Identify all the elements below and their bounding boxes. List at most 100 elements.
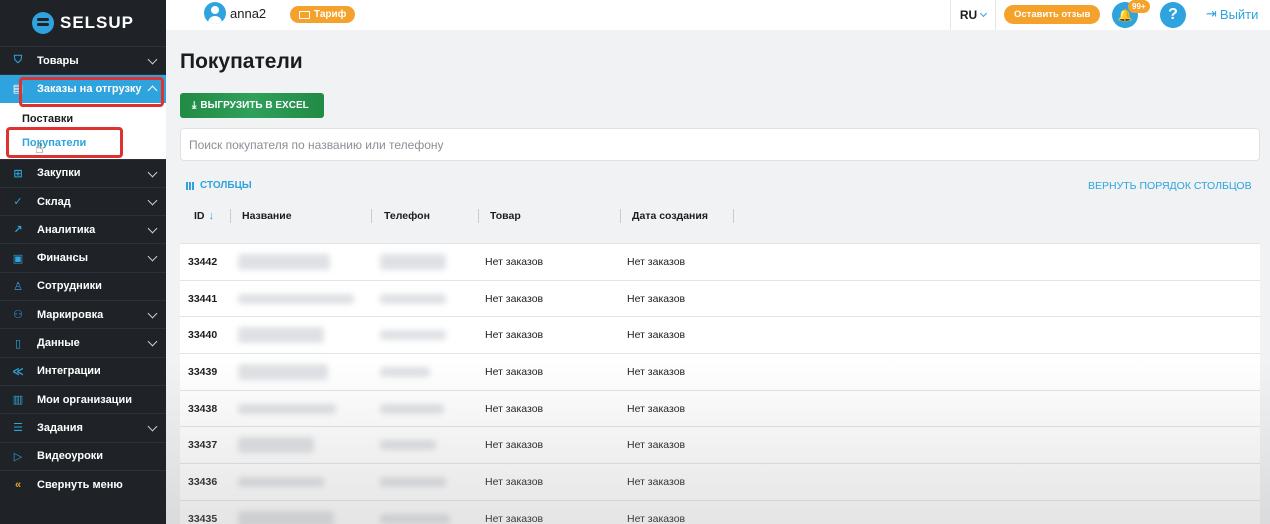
help-button[interactable]: ? (1160, 2, 1186, 28)
chevron-down-icon (147, 167, 158, 178)
sidebar-item-finance[interactable]: ▣ Финансы (0, 243, 166, 271)
cell-date: Нет заказов (627, 256, 686, 268)
reset-columns-button[interactable]: ВЕРНУТЬ ПОРЯДОК СТОЛБЦОВ (1088, 180, 1252, 192)
column-divider[interactable] (733, 209, 734, 223)
language-select[interactable]: RU (950, 0, 996, 30)
column-divider[interactable] (620, 209, 621, 223)
column-header-label: Телефон (384, 210, 430, 222)
tariff-button[interactable]: Тариф (290, 6, 356, 23)
cell-goods: Нет заказов (485, 402, 544, 415)
blurred-phone (380, 367, 430, 378)
table-row[interactable]: 33437 Нет заказов Нет заказов (180, 427, 1260, 465)
sidebar-item-employees[interactable]: ♙ Сотрудники (0, 271, 166, 300)
sidebar-item-label: Маркировка (37, 308, 104, 321)
cell-date: Нет заказов (627, 439, 686, 452)
chevron-down-icon (147, 421, 158, 432)
cell-id: 33440 (188, 329, 218, 342)
sidebar-item-label: Видеоуроки (37, 450, 104, 463)
bag-icon: ⛉ (13, 54, 23, 67)
column-header-id[interactable]: ID ↓ (194, 210, 214, 222)
sidebar-item-label: Мои организации (37, 393, 132, 406)
table-row[interactable]: 33439 Нет заказов Нет заказов (180, 354, 1260, 391)
cell-date: Нет заказов (627, 512, 686, 524)
column-divider[interactable] (478, 209, 479, 223)
sidebar-subitem-supplies[interactable]: Поставки (0, 107, 166, 131)
sidebar-item-integrations[interactable]: ≪ Интеграции (0, 356, 166, 385)
basket-icon: ⊞ (13, 167, 23, 180)
column-header-name[interactable]: Название (242, 210, 292, 222)
cell-date: Нет заказов (627, 292, 686, 305)
column-header-phone[interactable]: Телефон (384, 210, 430, 222)
avatar (204, 2, 226, 24)
user-menu[interactable]: anna2 (204, 2, 266, 24)
table-row[interactable]: 33435 Нет заказов Нет заказов (180, 501, 1260, 524)
sidebar-collapse-button[interactable]: « Свернуть меню (0, 469, 166, 498)
sidebar-subitem-label: Поставки (22, 112, 74, 125)
cell-goods: Нет заказов (485, 476, 544, 489)
sidebar-item-tasks[interactable]: ☰ Задания (0, 413, 166, 441)
column-header-goods[interactable]: Товар (490, 210, 521, 222)
selsup-logo[interactable]: SELSUP (0, 0, 166, 46)
double-chevron-left-icon: « (14, 478, 22, 491)
review-button[interactable]: Оставить отзыв (1004, 5, 1101, 24)
sidebar-subitem-label: Покупатели (22, 136, 87, 149)
topbar: anna2 Тариф RU Оставить отзыв 🔔 99+ ? ⇥ … (166, 0, 1270, 30)
chevron-down-icon (147, 308, 158, 319)
sidebar-item-marking[interactable]: ⚇ Маркировка (0, 300, 166, 328)
chevron-down-icon (147, 252, 158, 262)
columns-button[interactable]: СТОЛБЦЫ (186, 180, 252, 191)
chevron-down-icon (147, 223, 158, 234)
question-icon: ? (1168, 6, 1178, 23)
blurred-name (238, 254, 330, 270)
person-icon: ♙ (13, 280, 23, 293)
sidebar-item-label: Аналитика (37, 223, 96, 236)
column-divider[interactable] (371, 209, 372, 223)
cell-goods: Нет заказов (485, 329, 544, 342)
chevron-down-icon (147, 54, 158, 65)
sidebar-item-label: Данные (37, 337, 80, 350)
cell-goods: Нет заказов (485, 439, 544, 452)
sidebar-item-warehouse[interactable]: ✓ Склад (0, 186, 166, 215)
tasks-icon: ☰ (13, 422, 23, 435)
table-row[interactable]: 33438 Нет заказов Нет заказов (180, 391, 1260, 428)
cell-id: 33437 (188, 439, 218, 452)
chevron-down-icon (147, 195, 158, 206)
chevron-down-icon (147, 336, 158, 347)
table-row[interactable]: 33436 Нет заказов Нет заказов (180, 464, 1260, 501)
building-icon: ▥ (12, 394, 24, 407)
column-divider[interactable] (230, 209, 231, 223)
blurred-phone (380, 440, 436, 451)
cell-id: 33438 (188, 402, 218, 415)
sidebar-subitem-buyers[interactable]: Покупатели (0, 131, 166, 155)
sidebar-item-orders[interactable]: ▤ Заказы на отгрузку (0, 74, 166, 103)
sort-arrow-down-icon[interactable]: ↓ (209, 210, 215, 222)
cell-goods: Нет заказов (485, 512, 544, 524)
table-row[interactable]: 33441 Нет заказов Нет заказов (180, 281, 1260, 318)
sidebar-item-organizations[interactable]: ▥ Мои организации (0, 384, 166, 413)
sidebar-item-analytics[interactable]: ↗ Аналитика (0, 215, 166, 243)
column-header-created[interactable]: Дата создания (632, 210, 708, 222)
blurred-phone (380, 477, 446, 488)
cell-goods: Нет заказов (485, 292, 544, 305)
logout-button[interactable]: ⇥ Выйти (1206, 6, 1258, 22)
video-icon: ▷ (13, 450, 23, 463)
sidebar-item-label: Финансы (37, 252, 89, 265)
integration-icon: ≪ (12, 365, 24, 378)
sidebar-item-video[interactable]: ▷ Видеоуроки (0, 441, 166, 470)
sidebar-item-purchases[interactable]: ⊞ Закупки (0, 158, 166, 187)
blurred-name (238, 293, 354, 304)
sidebar-item-label: Закупки (37, 167, 81, 180)
sidebar-item-label: Сотрудники (37, 280, 102, 293)
search-input[interactable]: Поиск покупателя по названию или телефон… (180, 128, 1260, 161)
table-row[interactable]: 33440 Нет заказов Нет заказов (180, 317, 1260, 355)
sidebar-item-data[interactable]: ▯ Данные (0, 328, 166, 356)
logout-label: Выйти (1219, 6, 1259, 22)
sidebar: SELSUP ⛉ Товары ▤ Заказы на отгрузку Пос… (0, 0, 166, 524)
review-label: Оставить отзыв (1014, 9, 1091, 20)
wallet-icon: ▣ (12, 252, 24, 265)
table-row[interactable]: 33442 Нет заказов Нет заказов (180, 244, 1260, 281)
document-icon: ▯ (14, 337, 22, 350)
column-header-label: Дата создания (632, 210, 708, 222)
export-excel-button[interactable]: ⤓ ВЫГРУЗИТЬ В EXCEL (180, 93, 324, 118)
sidebar-item-goods[interactable]: ⛉ Товары (0, 46, 166, 74)
